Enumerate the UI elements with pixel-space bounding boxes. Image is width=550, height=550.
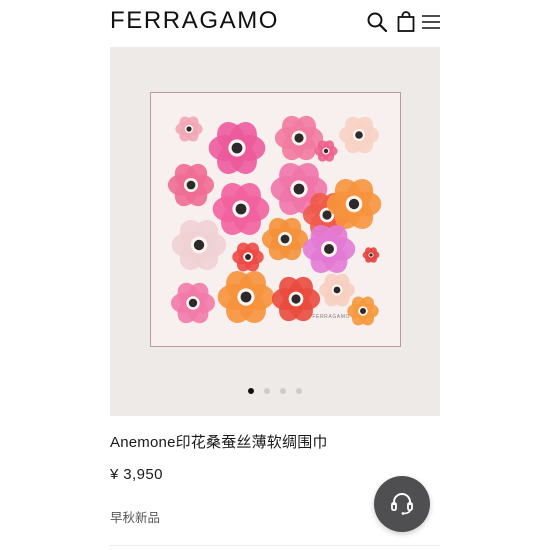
product-title: Anemone印花桑蚕丝薄软绸围巾 <box>110 434 328 451</box>
product-image-carousel[interactable]: FERRAGAMO <box>110 47 440 416</box>
top-header: FERRAGAMO <box>0 0 550 44</box>
search-icon[interactable] <box>366 11 388 33</box>
customer-service-button[interactable] <box>374 476 430 532</box>
brand-logo[interactable]: FERRAGAMO <box>110 6 279 36</box>
carousel-dot-4[interactable] <box>296 388 302 394</box>
carousel-pagination <box>110 388 440 396</box>
product-tag: 早秋新品 <box>110 511 161 525</box>
carousel-dot-2[interactable] <box>264 388 270 394</box>
product-price: ¥ 3,950 <box>110 466 163 483</box>
scarf-brand-mark: FERRAGAMO <box>312 314 350 320</box>
divider <box>110 545 440 546</box>
product-image-scarf: FERRAGAMO <box>150 92 401 347</box>
shopping-bag-icon[interactable] <box>395 11 417 33</box>
carousel-dot-1[interactable] <box>248 388 254 394</box>
customer-service-headset-icon <box>391 493 413 515</box>
anemone-print-illustration <box>167 115 382 326</box>
carousel-dot-3[interactable] <box>280 388 286 394</box>
menu-icon[interactable] <box>420 11 442 33</box>
